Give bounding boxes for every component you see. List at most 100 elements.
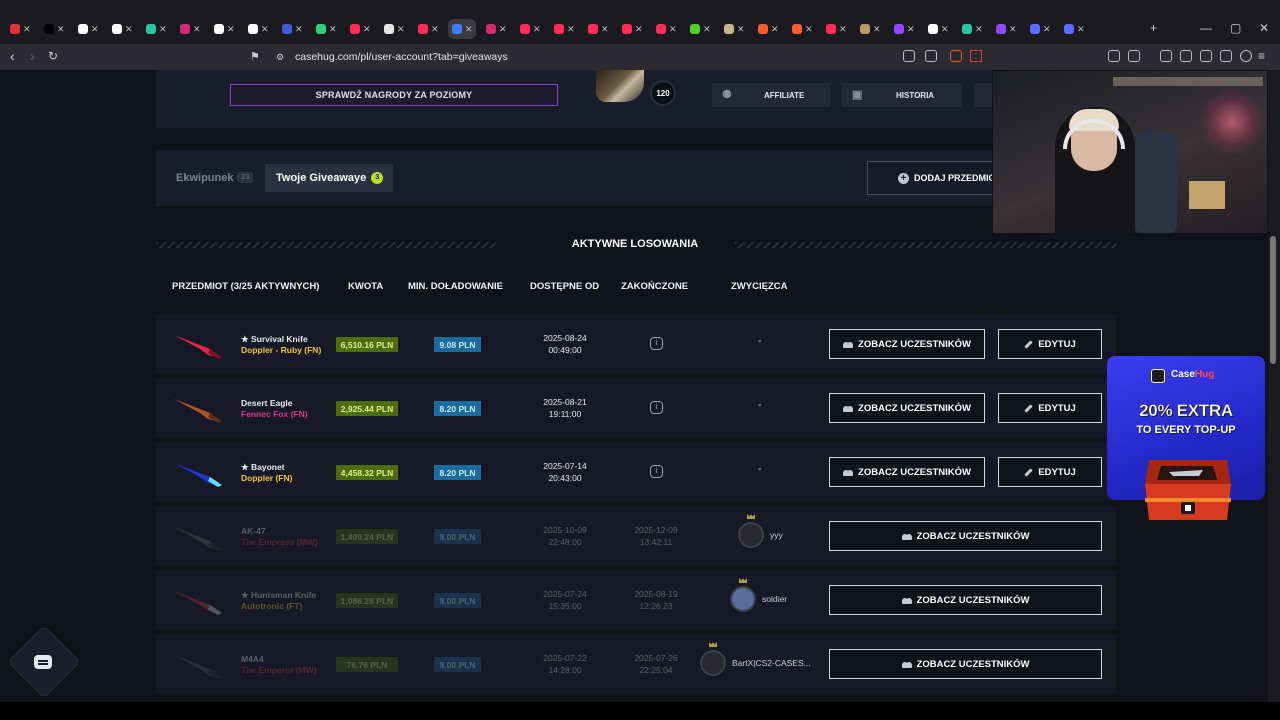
- browser-tab[interactable]: ✕: [278, 19, 306, 39]
- browser-tab[interactable]: ✕: [686, 19, 714, 39]
- browser-tab[interactable]: ✕: [482, 19, 510, 39]
- wallet-icon[interactable]: [1200, 50, 1212, 62]
- scrollbar-thumb[interactable]: [1270, 236, 1276, 364]
- browser-tab[interactable]: ✕: [822, 19, 850, 39]
- edit-button[interactable]: EDYTUJ: [998, 393, 1102, 423]
- level-rewards-button[interactable]: SPRAWDŹ NAGRODY ZA POZIOMY: [230, 84, 558, 106]
- maximize-icon[interactable]: ▢: [1230, 21, 1241, 35]
- browser-tab[interactable]: ✕: [1026, 19, 1054, 39]
- back-icon[interactable]: ‹: [10, 48, 15, 64]
- browser-tab[interactable]: ✕: [516, 19, 544, 39]
- tab-close-icon[interactable]: ✕: [465, 24, 473, 35]
- tab-close-icon[interactable]: ✕: [499, 24, 507, 35]
- view-participants-button[interactable]: ZOBACZ UCZESTNIKÓW: [829, 329, 985, 359]
- tab-close-icon[interactable]: ✕: [941, 24, 949, 35]
- close-window-icon[interactable]: ✕: [1259, 21, 1269, 35]
- browser-tab[interactable]: ✕: [40, 19, 68, 39]
- tab-giveaways[interactable]: Twoje Giveawaye 3: [265, 164, 393, 192]
- download-icon[interactable]: [1220, 50, 1232, 62]
- browser-tab[interactable]: ✕: [788, 19, 816, 39]
- browser-tab[interactable]: ✕: [856, 19, 884, 39]
- menu-icon[interactable]: ≡: [1258, 49, 1265, 63]
- media-icon[interactable]: [1160, 50, 1172, 62]
- browser-tab[interactable]: ✕: [6, 19, 34, 39]
- tab-close-icon[interactable]: ✕: [23, 24, 31, 35]
- browser-tab[interactable]: ✕: [380, 19, 408, 39]
- bookmark-icon[interactable]: ⚑: [250, 50, 260, 63]
- tab-close-icon[interactable]: ✕: [975, 24, 983, 35]
- tab-close-icon[interactable]: ✕: [873, 24, 881, 35]
- tab-close-icon[interactable]: ✕: [227, 24, 235, 35]
- tab-close-icon[interactable]: ✕: [431, 24, 439, 35]
- extensions-icon[interactable]: [1108, 50, 1120, 62]
- tab-close-icon[interactable]: ✕: [669, 24, 677, 35]
- forward-icon[interactable]: ›: [30, 48, 35, 64]
- tab-close-icon[interactable]: ✕: [839, 24, 847, 35]
- tab-close-icon[interactable]: ✕: [329, 24, 337, 35]
- tab-close-icon[interactable]: ✕: [907, 24, 915, 35]
- tab-close-icon[interactable]: ✕: [91, 24, 99, 35]
- info-icon[interactable]: i: [650, 465, 663, 478]
- browser-tab[interactable]: ✕: [924, 19, 952, 39]
- info-icon[interactable]: i: [650, 337, 663, 350]
- browser-tab[interactable]: ✕: [584, 19, 612, 39]
- info-icon[interactable]: i: [650, 401, 663, 414]
- tab-close-icon[interactable]: ✕: [193, 24, 201, 35]
- tab-close-icon[interactable]: ✕: [737, 24, 745, 35]
- view-participants-button[interactable]: ZOBACZ UCZESTNIKÓW: [829, 457, 985, 487]
- tab-close-icon[interactable]: ✕: [159, 24, 167, 35]
- browser-tab[interactable]: ✕: [414, 19, 442, 39]
- browser-tab[interactable]: ✕: [346, 19, 374, 39]
- tab-close-icon[interactable]: ✕: [805, 24, 813, 35]
- browser-tab[interactable]: ✕: [312, 19, 340, 39]
- browser-tab[interactable]: ✕: [210, 19, 238, 39]
- view-participants-button[interactable]: ZOBACZ UCZESTNIKÓW: [829, 585, 1102, 615]
- browser-tab[interactable]: ✕: [618, 19, 646, 39]
- history-button[interactable]: ▣ HISTORIA: [842, 83, 962, 107]
- browser-tab[interactable]: ✕: [652, 19, 680, 39]
- browser-tab[interactable]: ✕: [720, 19, 748, 39]
- browser-tab[interactable]: ✕: [142, 19, 170, 39]
- tab-close-icon[interactable]: ✕: [261, 24, 269, 35]
- browser-tab[interactable]: ✕: [448, 19, 476, 39]
- edit-button[interactable]: EDYTUJ: [998, 457, 1102, 487]
- browser-tab[interactable]: ✕: [108, 19, 136, 39]
- tab-close-icon[interactable]: ✕: [295, 24, 303, 35]
- browser-tab[interactable]: ✕: [754, 19, 782, 39]
- tab-close-icon[interactable]: ✕: [771, 24, 779, 35]
- browser-tab[interactable]: ✕: [1060, 19, 1088, 39]
- vpn-icon[interactable]: [1240, 50, 1252, 62]
- share-icon[interactable]: [925, 50, 937, 62]
- site-settings-icon[interactable]: ⚙: [276, 52, 284, 63]
- view-participants-button[interactable]: ZOBACZ UCZESTNIKÓW: [829, 649, 1102, 679]
- sidebar-icon[interactable]: [1180, 50, 1192, 62]
- url-input[interactable]: casehug.com/pl/user-account?tab=giveaway…: [295, 51, 508, 63]
- browser-tab[interactable]: ✕: [992, 19, 1020, 39]
- browser-tab[interactable]: ✕: [890, 19, 918, 39]
- minimize-icon[interactable]: —: [1200, 21, 1212, 35]
- edit-button[interactable]: EDYTUJ: [998, 329, 1102, 359]
- reload-icon[interactable]: ↻: [48, 49, 58, 63]
- view-participants-button[interactable]: ZOBACZ UCZESTNIKÓW: [829, 521, 1102, 551]
- browser-tab[interactable]: ✕: [176, 19, 204, 39]
- tab-close-icon[interactable]: ✕: [1077, 24, 1085, 35]
- tab-close-icon[interactable]: ✕: [601, 24, 609, 35]
- tab-close-icon[interactable]: ✕: [703, 24, 711, 35]
- tab-close-icon[interactable]: ✕: [1009, 24, 1017, 35]
- tab-close-icon[interactable]: ✕: [397, 24, 405, 35]
- tab-close-icon[interactable]: ✕: [1043, 24, 1051, 35]
- browser-tab[interactable]: ✕: [74, 19, 102, 39]
- translate-icon[interactable]: [903, 50, 915, 62]
- tab-close-icon[interactable]: ✕: [57, 24, 65, 35]
- tab-close-icon[interactable]: ✕: [125, 24, 133, 35]
- scrollbar-track[interactable]: [1268, 70, 1280, 702]
- add-item-button[interactable]: + DODAJ PRZEDMIOT: [867, 161, 1007, 195]
- browser-tab[interactable]: ✕: [244, 19, 272, 39]
- tab-inventory[interactable]: Ekwipunek 23: [176, 172, 254, 184]
- rewards-icon[interactable]: [970, 50, 982, 62]
- brave-shield-icon[interactable]: [950, 50, 962, 62]
- affiliate-button[interactable]: ⚉ AFFILIATE: [712, 83, 830, 107]
- tab-close-icon[interactable]: ✕: [363, 24, 371, 35]
- tab-close-icon[interactable]: ✕: [567, 24, 575, 35]
- tab-close-icon[interactable]: ✕: [533, 24, 541, 35]
